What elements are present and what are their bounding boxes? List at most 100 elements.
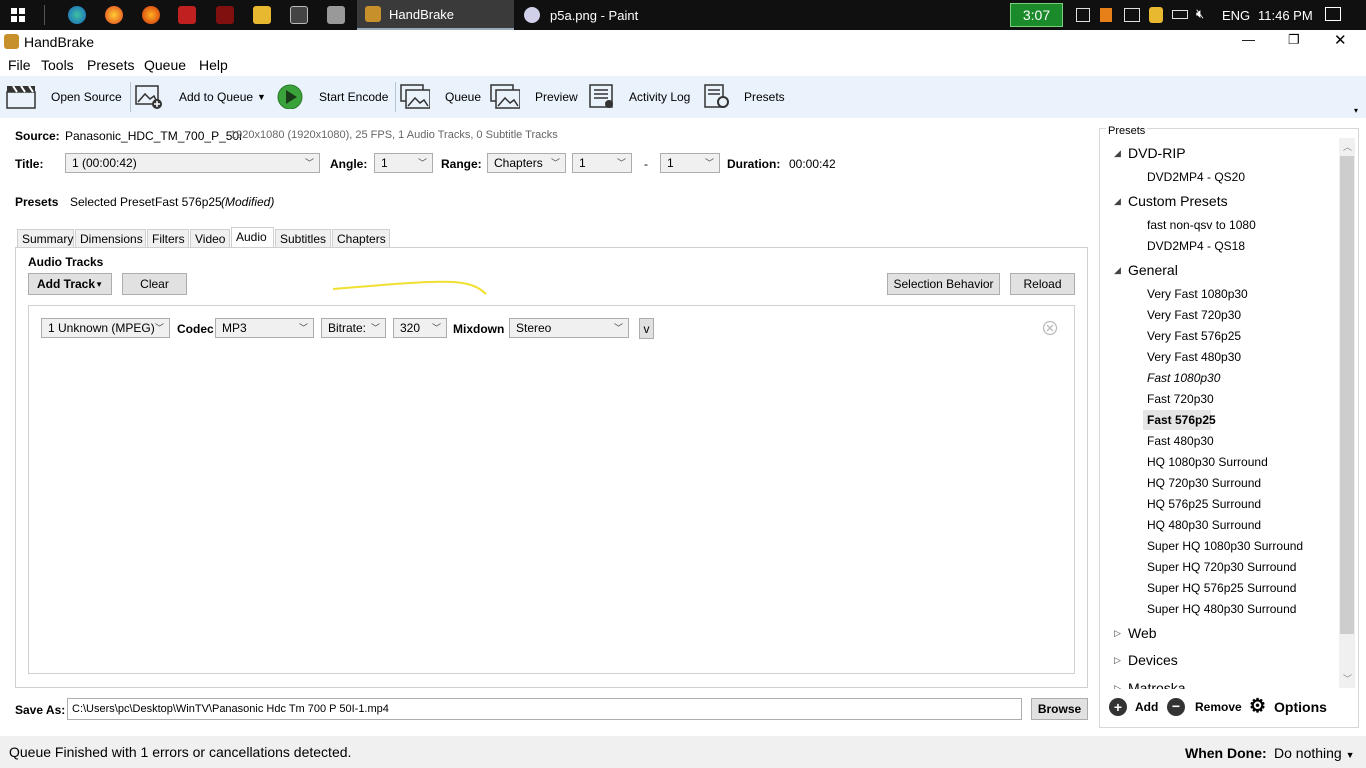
menu-queue[interactable]: Queue xyxy=(144,57,186,73)
windows-start-icon[interactable] xyxy=(11,8,25,22)
tab-subtitles[interactable]: Subtitles xyxy=(275,229,331,247)
toolbar-overflow-icon[interactable]: ▾ xyxy=(1354,106,1358,115)
preset-item[interactable]: HQ 480p30 Surround xyxy=(1147,518,1261,532)
preset-item[interactable]: DVD2MP4 - QS18 xyxy=(1147,239,1245,253)
firefox-alt-icon[interactable] xyxy=(142,6,160,24)
minimize-button[interactable]: — xyxy=(1242,32,1255,47)
save-path-input[interactable]: C:\Users\pc\Desktop\WinTV\Panasonic Hdc … xyxy=(67,698,1022,720)
security-icon[interactable] xyxy=(1149,7,1163,23)
battery-icon[interactable] xyxy=(1172,10,1188,19)
preset-item[interactable]: Very Fast 576p25 xyxy=(1147,329,1241,343)
range-type-select[interactable]: Chapters ﹀ xyxy=(487,153,566,173)
preset-group-general[interactable]: ◢ General xyxy=(1114,262,1178,278)
preset-item[interactable]: HQ 1080p30 Surround xyxy=(1147,455,1268,469)
network-icon[interactable] xyxy=(1076,8,1090,22)
queue-button[interactable]: Queue xyxy=(400,76,482,118)
audio-source-select[interactable]: 1 Unknown (MPEG) ﹀ xyxy=(41,318,170,338)
preview-button[interactable]: Preview xyxy=(490,76,578,118)
bitrate-mode-select[interactable]: Bitrate: ﹀ xyxy=(321,318,386,338)
speaker-muted-icon[interactable]: 🔇︎ xyxy=(1196,6,1204,22)
preset-item[interactable]: Very Fast 480p30 xyxy=(1147,350,1241,364)
preset-remove-button[interactable]: − Remove xyxy=(1167,697,1242,717)
media-app-icon[interactable] xyxy=(178,6,196,24)
close-button[interactable]: ✕ xyxy=(1334,31,1347,49)
preset-group-devices[interactable]: ▷ Devices xyxy=(1114,652,1178,668)
add-track-button[interactable]: Add Track ▼ xyxy=(28,273,112,295)
maximize-button[interactable]: ❐ xyxy=(1288,32,1300,48)
notifications-icon[interactable] xyxy=(1325,7,1341,21)
presets-scrollbar[interactable]: ︿ ﹀ xyxy=(1339,138,1355,688)
scroll-down-icon[interactable]: ﹀ xyxy=(1343,672,1352,685)
firefox-icon[interactable] xyxy=(105,6,123,24)
angle-select[interactable]: 1 ﹀ xyxy=(374,153,433,173)
preset-item[interactable]: HQ 720p30 Surround xyxy=(1147,476,1261,490)
preset-group-dvd-rip[interactable]: ◢ DVD-RIP xyxy=(1114,145,1186,161)
preset-item[interactable]: fast non-qsv to 1080 xyxy=(1147,218,1256,232)
calculator-icon[interactable] xyxy=(290,6,308,24)
file-explorer-icon[interactable] xyxy=(253,6,271,24)
preset-item[interactable]: Fast 720p30 xyxy=(1147,392,1214,406)
mixdown-select[interactable]: Stereo ﹀ xyxy=(509,318,629,338)
codec-select[interactable]: MP3 ﹀ xyxy=(215,318,314,338)
tab-chapters[interactable]: Chapters xyxy=(332,229,390,247)
display-icon[interactable] xyxy=(1124,8,1140,22)
reload-button[interactable]: Reload xyxy=(1010,273,1075,295)
track-expand-button[interactable]: v xyxy=(639,318,654,339)
preset-item[interactable]: Super HQ 480p30 Surround xyxy=(1147,602,1296,616)
open-source-button[interactable]: Open Source xyxy=(6,76,126,118)
video-editor-icon[interactable] xyxy=(327,6,345,24)
presets-button[interactable]: Presets xyxy=(704,76,785,118)
language-indicator[interactable]: ENG xyxy=(1222,8,1250,23)
preset-group-web[interactable]: ▷ Web xyxy=(1114,625,1157,641)
menu-help[interactable]: Help xyxy=(199,57,228,73)
bitrate-value-select[interactable]: 320 ﹀ xyxy=(393,318,447,338)
dropdown-arrow-icon[interactable]: ▼ xyxy=(257,92,266,102)
activity-log-button[interactable]: Activity Log xyxy=(588,76,693,118)
when-done-select[interactable]: Do nothing ▼ xyxy=(1274,745,1355,761)
preset-group-matroska[interactable]: ▷ Matroska xyxy=(1114,680,1186,689)
start-encode-button[interactable]: Start Encode xyxy=(276,76,391,118)
volume-warning-icon[interactable] xyxy=(1100,8,1112,22)
preset-item[interactable]: Super HQ 1080p30 Surround xyxy=(1147,539,1303,553)
preset-item-selected[interactable]: Fast 576p25 xyxy=(1147,413,1216,427)
menu-tools[interactable]: Tools xyxy=(41,57,74,73)
range-start-select[interactable]: 1 ﹀ xyxy=(572,153,632,173)
preset-group-custom[interactable]: ◢ Custom Presets xyxy=(1114,193,1228,209)
scroll-up-icon[interactable]: ︿ xyxy=(1343,140,1352,153)
preset-item[interactable]: HQ 576p25 Surround xyxy=(1147,497,1261,511)
range-end-select[interactable]: 1 ﹀ xyxy=(660,153,720,173)
clock[interactable]: 11:46 PM xyxy=(1258,8,1313,23)
preset-options-button[interactable]: ⚙ Options xyxy=(1249,696,1327,718)
clear-button[interactable]: Clear xyxy=(122,273,187,295)
tray-clock-badge[interactable]: 3:07 xyxy=(1010,3,1063,27)
remove-track-icon[interactable] xyxy=(1042,320,1058,336)
task-handbrake[interactable]: HandBrake xyxy=(357,0,514,30)
preset-item[interactable]: Very Fast 1080p30 xyxy=(1147,287,1248,301)
game-app-icon[interactable] xyxy=(216,6,234,24)
preset-add-button[interactable]: + Add xyxy=(1109,697,1158,717)
tab-filters[interactable]: Filters xyxy=(147,229,189,247)
preset-item[interactable]: Fast 480p30 xyxy=(1147,434,1214,448)
menu-presets[interactable]: Presets xyxy=(87,57,134,73)
browse-button[interactable]: Browse xyxy=(1031,698,1088,720)
tab-audio[interactable]: Audio xyxy=(231,227,274,248)
task-paint[interactable]: p5a.png - Paint xyxy=(518,0,718,30)
add-to-queue-button[interactable]: Add to Queue ▼ xyxy=(134,76,269,118)
audio-track-list xyxy=(28,305,1075,674)
preset-item[interactable]: Very Fast 720p30 xyxy=(1147,308,1241,322)
selection-behavior-button[interactable]: Selection Behavior xyxy=(887,273,1000,295)
preset-item[interactable]: DVD2MP4 - QS20 xyxy=(1147,170,1245,184)
tab-summary[interactable]: Summary xyxy=(17,229,74,247)
preset-item-default[interactable]: Fast 1080p30 xyxy=(1147,371,1220,385)
tab-video[interactable]: Video xyxy=(190,229,230,247)
start-encode-label: Start Encode xyxy=(319,90,389,104)
scrollbar-thumb[interactable] xyxy=(1340,156,1354,634)
title-select[interactable]: 1 (00:00:42) ﹀ xyxy=(65,153,320,173)
menu-file[interactable]: File xyxy=(8,57,31,73)
angle-value: 1 xyxy=(381,156,388,170)
edge-icon[interactable] xyxy=(68,6,86,24)
preset-item[interactable]: Super HQ 576p25 Surround xyxy=(1147,581,1296,595)
group-label: Web xyxy=(1128,625,1157,641)
preset-item[interactable]: Super HQ 720p30 Surround xyxy=(1147,560,1296,574)
tab-dimensions[interactable]: Dimensions xyxy=(75,229,146,247)
